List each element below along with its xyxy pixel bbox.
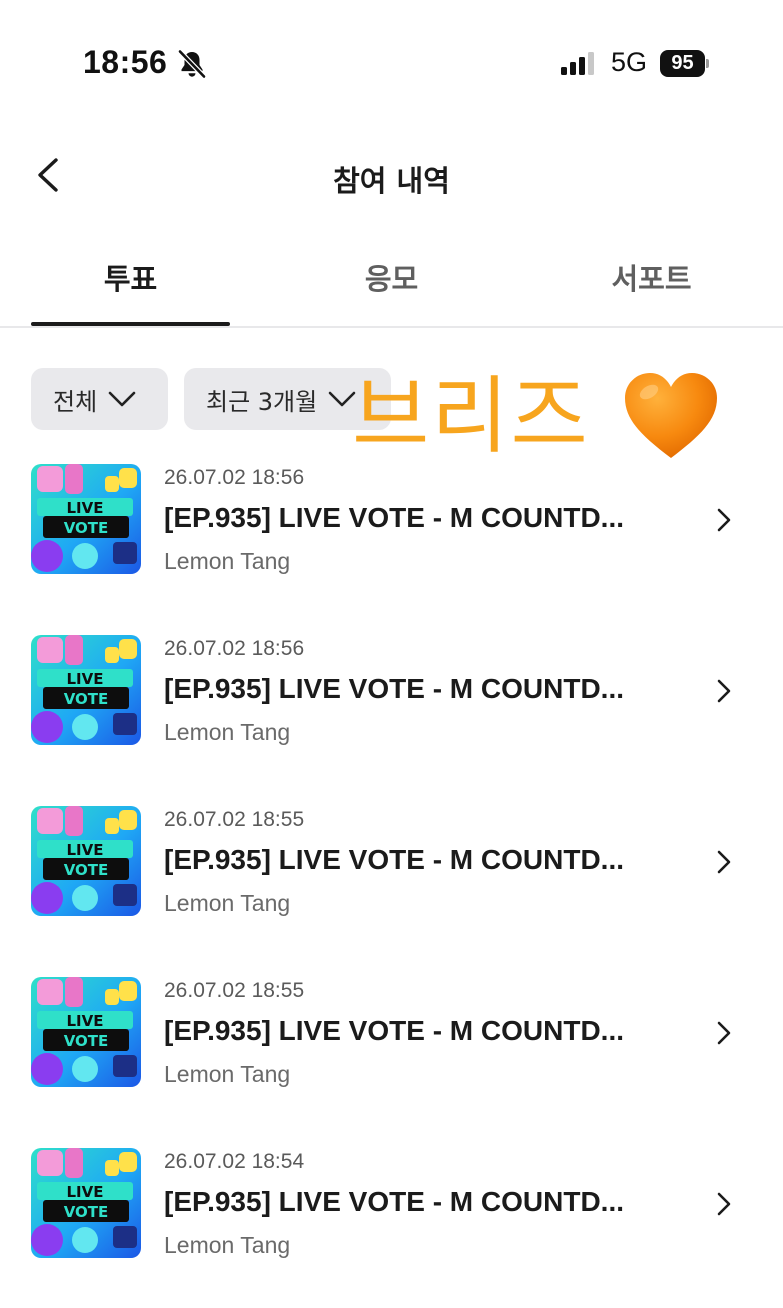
battery-level: 95 xyxy=(660,50,705,77)
thumbnail-live-text: LIVE xyxy=(67,1183,104,1201)
tab-apply[interactable]: 응모 xyxy=(292,256,491,298)
item-artist: Lemon Tang xyxy=(164,719,291,745)
item-title: [EP.935] LIVE VOTE - M COUNTD... xyxy=(164,1186,625,1217)
thumbnail-vote-text: VOTE xyxy=(64,1032,109,1050)
orange-heart-icon xyxy=(625,373,717,458)
thumbnail-vote-text: VOTE xyxy=(64,690,109,708)
cellular-signal-icon xyxy=(561,52,594,75)
live-vote-thumbnail: LIVE VOTE xyxy=(31,635,141,745)
live-vote-thumbnail: LIVE VOTE xyxy=(31,1148,141,1258)
battery-indicator: 95 xyxy=(660,50,709,77)
active-tab-indicator xyxy=(31,322,230,326)
thumbnail-live-text: LIVE xyxy=(67,499,104,517)
list-item[interactable]: LIVE VOTE 26.07.02 18:56 [EP.935] LIVE V… xyxy=(0,621,783,771)
item-date: 26.07.02 18:55 xyxy=(164,979,305,1002)
thumbnail-vote-text: VOTE xyxy=(64,1203,109,1221)
page-title: 참여 내역 xyxy=(333,164,450,198)
chevron-right-icon xyxy=(717,850,731,874)
chevron-down-icon xyxy=(108,391,136,407)
network-type: 5G xyxy=(611,47,648,77)
item-date: 26.07.02 18:54 xyxy=(164,1150,305,1173)
item-artist: Lemon Tang xyxy=(164,548,291,574)
thumbnail-vote-text: VOTE xyxy=(64,861,109,879)
list-item[interactable]: LIVE VOTE 26.07.02 18:55 [EP.935] LIVE V… xyxy=(0,792,783,942)
item-title: [EP.935] LIVE VOTE - M COUNTD... xyxy=(164,673,625,704)
tab-vote[interactable]: 투표 xyxy=(31,256,230,298)
item-title: [EP.935] LIVE VOTE - M COUNTD... xyxy=(164,502,625,533)
scope-filter-label: 전체 xyxy=(53,387,98,416)
live-vote-thumbnail: LIVE VOTE xyxy=(31,977,141,1087)
item-date: 26.07.02 18:56 xyxy=(164,466,305,489)
battery-cap xyxy=(706,59,709,68)
thumbnail-live-text: LIVE xyxy=(67,670,104,688)
period-filter-label: 최근 3개월 xyxy=(206,387,318,416)
list-item[interactable]: LIVE VOTE 26.07.02 18:56 [EP.935] LIVE V… xyxy=(0,450,783,600)
scope-filter-dropdown[interactable]: 전체 xyxy=(31,368,168,430)
status-bar: 18:56 5G 95 xyxy=(0,0,783,120)
thumbnail-live-text: LIVE xyxy=(67,841,104,859)
chevron-right-icon xyxy=(717,679,731,703)
item-artist: Lemon Tang xyxy=(164,1061,291,1087)
list-item[interactable]: LIVE VOTE 26.07.02 18:55 [EP.935] LIVE V… xyxy=(0,963,783,1113)
item-date: 26.07.02 18:56 xyxy=(164,637,305,660)
thumbnail-vote-text: VOTE xyxy=(64,519,109,537)
thumbnail-live-text: LIVE xyxy=(67,1012,104,1030)
live-vote-thumbnail: LIVE VOTE xyxy=(31,806,141,916)
item-artist: Lemon Tang xyxy=(164,890,291,916)
list-item[interactable]: LIVE VOTE 26.07.02 18:54 [EP.935] LIVE V… xyxy=(0,1134,783,1284)
tab-bar: 투표 응모 서포트 xyxy=(0,240,783,328)
item-title: [EP.935] LIVE VOTE - M COUNTD... xyxy=(164,1015,625,1046)
chevron-right-icon xyxy=(717,508,731,532)
chevron-right-icon xyxy=(717,1192,731,1216)
item-date: 26.07.02 18:55 xyxy=(164,808,305,831)
item-title: [EP.935] LIVE VOTE - M COUNTD... xyxy=(164,844,625,875)
live-vote-thumbnail: LIVE VOTE xyxy=(31,464,141,574)
status-time: 18:56 xyxy=(83,44,168,80)
tab-support[interactable]: 서포트 xyxy=(552,256,751,298)
chevron-right-icon xyxy=(717,1021,731,1045)
item-artist: Lemon Tang xyxy=(164,1232,291,1258)
bell-off-icon xyxy=(178,49,206,79)
